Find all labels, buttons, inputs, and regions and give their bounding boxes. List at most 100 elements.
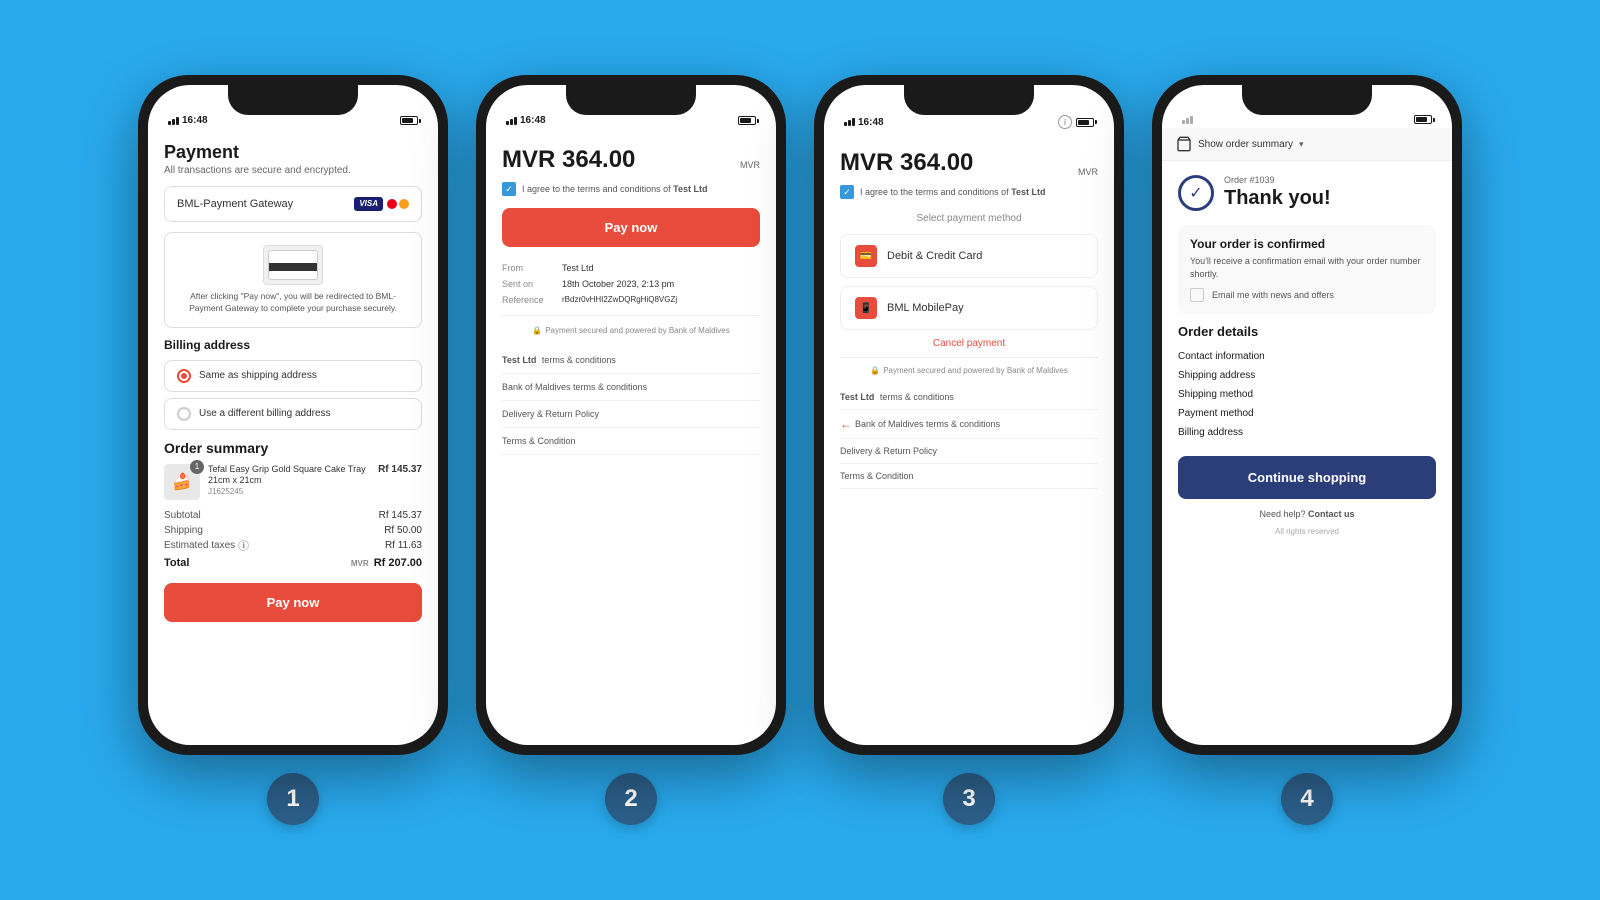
phone-2: 16:48 MVR 364.00 MVR ✓ (476, 75, 786, 755)
p4-check-circle: ✓ (1178, 175, 1214, 211)
p4-details-section: Order details Contact information Shippi… (1178, 324, 1436, 442)
mastercard-logo (387, 197, 409, 211)
p2-from-value: Test Ltd (562, 263, 594, 273)
visa-logo: VISA (354, 197, 383, 211)
p4-confirmed-title: Your order is confirmed (1190, 237, 1424, 251)
p4-continue-button[interactable]: Continue shopping (1178, 456, 1436, 499)
p4-details-title: Order details (1178, 324, 1436, 339)
card-icon (263, 245, 323, 285)
p4-shipping-addr-link[interactable]: Shipping address (1178, 366, 1436, 385)
p3-currency: MVR (1078, 167, 1098, 177)
p1-order-item: 🍰 1 Tefal Easy Grip Gold Square Cake Tra… (164, 464, 422, 500)
p3-link-1[interactable]: ← Bank of Maldives terms & conditions (840, 410, 1098, 439)
p4-chevron-icon: ▾ (1299, 139, 1304, 150)
phone-3: 16:48 i MVR 364.00 MVR ✓ (814, 75, 1124, 755)
phone-1: 16:48 Payment All transactions are secur… (138, 75, 448, 755)
step-2-badge: 2 (605, 773, 657, 825)
p4-billing-addr-link[interactable]: Billing address (1178, 423, 1436, 442)
p2-secure-text: 🔒 Payment secured and powered by Bank of… (502, 326, 760, 335)
p4-top-bar[interactable]: Show order summary ▾ (1162, 128, 1452, 161)
phone-2-notch (566, 85, 696, 115)
p2-terms-checkbox[interactable]: ✓ (502, 182, 516, 196)
p4-email-checkbox[interactable] (1190, 288, 1204, 302)
info-icon: i (1058, 115, 1072, 129)
p1-radio-same-label: Same as shipping address (199, 370, 317, 381)
p3-mobilepay[interactable]: 📱 BML MobilePay (840, 286, 1098, 330)
p2-pay-button[interactable]: Pay now (502, 208, 760, 247)
p3-terms-checkbox[interactable]: ✓ (840, 185, 854, 199)
p1-item-sku: J1625245 (208, 487, 370, 496)
p2-from-row: From Test Ltd (502, 263, 760, 273)
phone-3-time: 16:48 (858, 117, 884, 128)
p4-footer: All rights reserved (1178, 527, 1436, 536)
p4-show-order-label: Show order summary (1198, 139, 1293, 150)
p4-email-label: Email me with news and offers (1212, 290, 1334, 300)
p1-card-visual: After clicking "Pay now", you will be re… (164, 232, 422, 328)
p4-order-confirm: ✓ Order #1039 Thank you! (1178, 175, 1436, 211)
p2-link-3[interactable]: Terms & Condition (502, 428, 760, 455)
p3-debit-card[interactable]: 💳 Debit & Credit Card (840, 234, 1098, 278)
p2-senton-value: 18th October 2023, 2:13 pm (562, 279, 674, 289)
p1-taxes-line: Estimated taxes ℹ Rf 11.63 (164, 538, 422, 553)
p1-item-name: Tefal Easy Grip Gold Square Cake Tray 21… (208, 464, 370, 487)
p4-confirmed-section: Your order is confirmed You'll receive a… (1178, 225, 1436, 314)
p1-total-label: Total (164, 557, 189, 569)
p4-payment-method-link[interactable]: Payment method (1178, 404, 1436, 423)
phone-2-wrapper: 16:48 MVR 364.00 MVR ✓ (476, 75, 786, 825)
p2-from-label: From (502, 263, 562, 273)
p4-email-row[interactable]: Email me with news and offers (1190, 288, 1424, 302)
p1-radio-different[interactable]: Use a different billing address (164, 398, 422, 430)
p1-subtotal-value: Rf 145.37 (379, 510, 422, 521)
p1-taxes-value: Rf 11.63 (385, 540, 422, 551)
p3-mobile-label: BML MobilePay (887, 302, 964, 314)
p2-link-0[interactable]: Test Ltd terms & conditions (502, 347, 760, 374)
p1-gateway-box: BML-Payment Gateway VISA (164, 186, 422, 222)
p3-secure-text: 🔒 Payment secured and powered by Bank of… (840, 366, 1098, 375)
p3-link-3[interactable]: Terms & Condition (840, 464, 1098, 489)
phone-4: Show order summary ▾ ✓ Order #1039 Thank… (1152, 75, 1462, 755)
p1-total-line: Total MVR Rf 207.00 (164, 553, 422, 573)
p4-shipping-method-link[interactable]: Shipping method (1178, 385, 1436, 404)
p4-contact-us-link[interactable]: Contact us (1308, 509, 1355, 519)
p1-gateway-label: BML-Payment Gateway (177, 198, 293, 210)
phone-1-notch (228, 85, 358, 115)
p1-shipping-value: Rf 50.00 (384, 525, 422, 536)
p2-ref-label: Reference (502, 295, 562, 305)
step-3-badge: 3 (943, 773, 995, 825)
p4-thank-you: Thank you! (1224, 187, 1331, 210)
p1-item-price: Rf 145.37 (378, 464, 422, 475)
p2-senton-row: Sent on 18th October 2023, 2:13 pm (502, 279, 760, 289)
phone-3-notch (904, 85, 1034, 115)
p3-select-label: Select payment method (840, 213, 1098, 224)
p4-confirmed-text: You'll receive a confirmation email with… (1190, 255, 1424, 280)
p2-terms-text: I agree to the terms and conditions of T… (522, 184, 707, 194)
p1-subtotal-label: Subtotal (164, 510, 201, 521)
p1-shipping-line: Shipping Rf 50.00 (164, 523, 422, 538)
p1-total-value: MVR Rf 207.00 (351, 557, 422, 569)
p2-link-1[interactable]: Bank of Maldives terms & conditions (502, 374, 760, 401)
p4-contact-link[interactable]: Contact information (1178, 347, 1436, 366)
p1-pay-button[interactable]: Pay now (164, 583, 422, 622)
p1-taxes-label: Estimated taxes ℹ (164, 540, 249, 551)
p2-currency: MVR (740, 160, 760, 170)
p3-debit-icon: 💳 (855, 245, 877, 267)
p3-cancel-button[interactable]: Cancel payment (840, 338, 1098, 349)
phones-container: 16:48 Payment All transactions are secur… (118, 45, 1482, 855)
p2-amount: MVR 364.00 (502, 146, 635, 174)
p3-terms-row: ✓ I agree to the terms and conditions of… (840, 185, 1098, 199)
p1-order-title: Order summary (164, 440, 422, 456)
phone-4-notch (1242, 85, 1372, 115)
p1-payment-title: Payment (164, 142, 422, 163)
p1-radio-same[interactable]: Same as shipping address (164, 360, 422, 392)
p3-mobile-icon: 📱 (855, 297, 877, 319)
p3-link-2[interactable]: Delivery & Return Policy (840, 439, 1098, 464)
p3-terms-text: I agree to the terms and conditions of T… (860, 187, 1045, 197)
phone-4-wrapper: Show order summary ▾ ✓ Order #1039 Thank… (1152, 75, 1462, 825)
p1-card-text: After clicking "Pay now", you will be re… (177, 291, 409, 315)
p2-link-2[interactable]: Delivery & Return Policy (502, 401, 760, 428)
p1-billing-title: Billing address (164, 338, 422, 352)
step-4-badge: 4 (1281, 773, 1333, 825)
p3-link-0[interactable]: Test Ltd terms & conditions (840, 385, 1098, 410)
item-qty-badge: 1 (190, 460, 204, 474)
phone-3-wrapper: 16:48 i MVR 364.00 MVR ✓ (814, 75, 1124, 825)
